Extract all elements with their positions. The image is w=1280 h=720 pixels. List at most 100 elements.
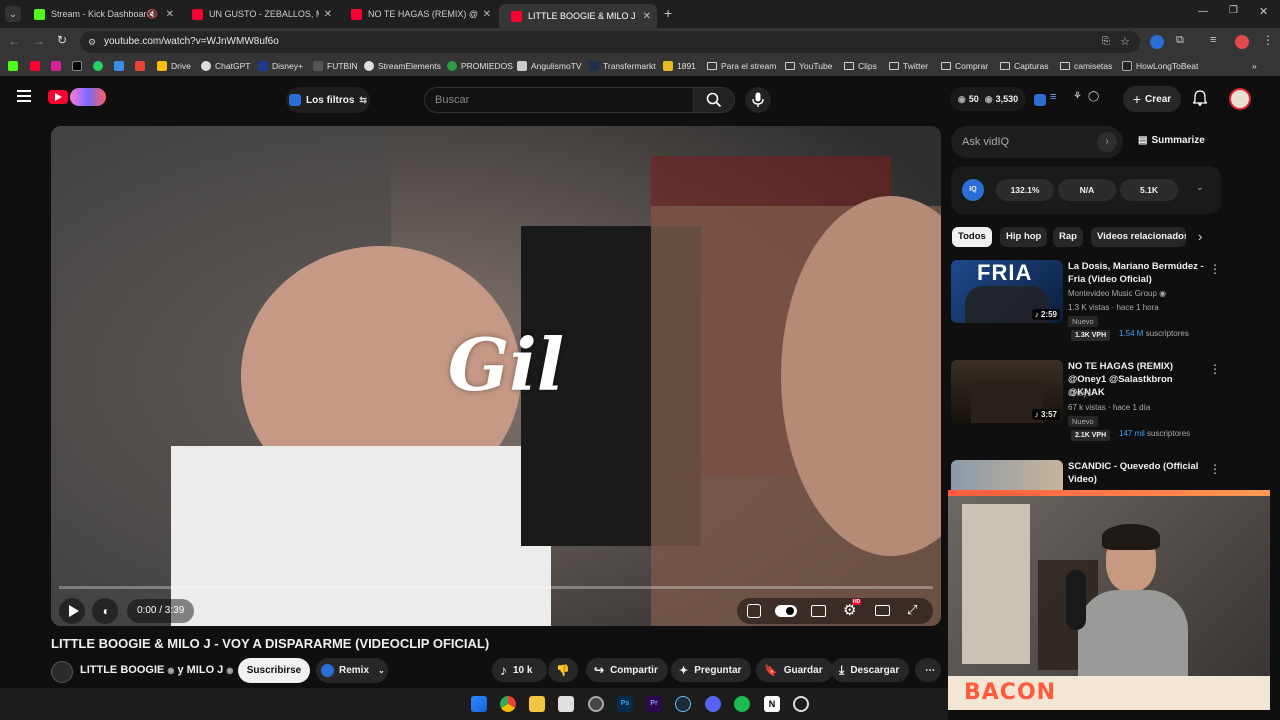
bookmark-futbin[interactable]: FUTBIN bbox=[313, 59, 358, 73]
voice-search-button[interactable] bbox=[745, 87, 771, 113]
bookmark-1891[interactable]: 1891 bbox=[663, 59, 696, 73]
recommendation-item[interactable]: FRIA ♪ 2:59 La Dosis, Mariano Bermúdez -… bbox=[951, 260, 1231, 350]
progress-bar-track[interactable] bbox=[59, 586, 933, 589]
bookmark-folder-comprar[interactable]: Comprar bbox=[941, 59, 988, 73]
close-window-button[interactable]: ✕ bbox=[1259, 5, 1268, 18]
los-filtros-button[interactable]: Los filtros ⇆ bbox=[286, 87, 370, 113]
channel-name[interactable]: LITTLE BOOGIE ◉ y MILO J ◉ bbox=[80, 664, 233, 676]
browser-menu-icon[interactable]: ⋮ bbox=[1262, 33, 1274, 47]
chip-rap[interactable]: Rap bbox=[1053, 227, 1083, 247]
more-options-icon[interactable]: ⋮ bbox=[1209, 462, 1221, 476]
obs-icon[interactable] bbox=[588, 696, 604, 712]
bookmark-chatgpt[interactable]: ChatGPT bbox=[201, 59, 250, 73]
theater-mode-icon[interactable] bbox=[875, 605, 890, 616]
bookmark-angulismotv[interactable]: AngulismoTV bbox=[517, 59, 582, 73]
search-button[interactable] bbox=[693, 87, 735, 113]
chevron-down-icon[interactable]: ⌄ bbox=[1196, 182, 1204, 193]
file-explorer-icon[interactable] bbox=[529, 696, 545, 712]
bookmark-folder-youtube[interactable]: YouTube bbox=[785, 59, 832, 73]
install-icon[interactable]: ⎘ bbox=[1102, 31, 1110, 53]
extensions-puzzle-icon[interactable]: ⧉ bbox=[1176, 34, 1184, 47]
close-tab-icon[interactable]: ✕ bbox=[643, 11, 651, 22]
close-tab-icon[interactable]: ✕ bbox=[166, 9, 174, 20]
bookmark-x[interactable] bbox=[72, 59, 86, 73]
bookmark-folder-camisetas[interactable]: camisetas bbox=[1060, 59, 1112, 73]
tab-no-te-hagas[interactable]: NO TE HAGAS (REMIX) @oney1 ✕ bbox=[339, 4, 497, 24]
vidiq-award-icon[interactable]: ⚘ bbox=[1073, 91, 1082, 102]
bookmark-drive[interactable]: Drive bbox=[157, 59, 191, 73]
summarize-button[interactable]: ▤ Summarize bbox=[1138, 135, 1205, 146]
notion-icon[interactable]: N bbox=[764, 696, 780, 712]
bookmark-disney[interactable]: Disney+ bbox=[258, 59, 303, 73]
bookmark-kick[interactable] bbox=[8, 59, 22, 73]
bookmark-onedrive[interactable] bbox=[114, 59, 128, 73]
autoplay-toggle[interactable] bbox=[775, 605, 797, 617]
fullscreen-icon[interactable]: ⤢ bbox=[907, 602, 917, 618]
hamburger-menu-icon[interactable] bbox=[17, 90, 31, 102]
windows-start-icon[interactable] bbox=[471, 696, 487, 712]
video-player[interactable]: Gil ◖ 0:00 / 3:39 ⚙ HD ⤢ bbox=[51, 126, 941, 626]
tab-un-gusto[interactable]: UN GUSTO - ZEBALLOS, MESITA ✕ bbox=[180, 4, 338, 24]
tab-search-button[interactable]: ⌄ bbox=[5, 6, 21, 22]
chip-hip-hop[interactable]: Hip hop bbox=[1000, 227, 1048, 247]
maximize-button[interactable]: ❐ bbox=[1229, 5, 1238, 16]
bookmark-instagram[interactable] bbox=[51, 59, 65, 73]
ask-button[interactable]: ✦ Preguntar bbox=[671, 658, 752, 682]
minimize-button[interactable]: — bbox=[1198, 6, 1208, 17]
save-button[interactable]: 🔖 Guardar bbox=[756, 658, 833, 682]
recommendation-item[interactable]: ♪ 3:57 NO TE HAGAS (REMIX) @Oney1 @Salas… bbox=[951, 360, 1231, 450]
extension-icon[interactable] bbox=[1150, 35, 1164, 49]
ask-vidiq-input[interactable]: Ask vidIQ › bbox=[951, 126, 1123, 158]
download-button[interactable]: ⤓ Descargar bbox=[831, 658, 910, 682]
bookmark-folder-twitter[interactable]: Twitter bbox=[889, 59, 928, 73]
discord-icon[interactable] bbox=[705, 696, 721, 712]
back-icon[interactable]: ← bbox=[8, 34, 20, 48]
send-arrow-icon[interactable]: › bbox=[1097, 132, 1117, 152]
bookmark-youtube[interactable] bbox=[30, 59, 44, 73]
more-options-icon[interactable]: ⋮ bbox=[1209, 362, 1221, 376]
bookmark-star-icon[interactable]: ☆ bbox=[1120, 31, 1130, 53]
video-thumbnail[interactable]: ♪ 3:57 bbox=[951, 360, 1063, 423]
reading-list-icon[interactable]: ≡ bbox=[1210, 34, 1216, 46]
app-icon[interactable] bbox=[793, 696, 809, 712]
profile-avatar[interactable] bbox=[1235, 35, 1249, 49]
recommendation-item[interactable]: SCANDIC - Quevedo (Official Video) ⋮ bbox=[951, 460, 1231, 490]
reload-icon[interactable]: ↻ bbox=[57, 33, 67, 47]
url-input[interactable]: ⚙ youtube.com/watch?v=WJnWMW8uf6o ⎘ ☆ bbox=[80, 31, 1140, 53]
premiere-icon[interactable]: Pr bbox=[646, 696, 662, 712]
vidiq-toolbar-icon[interactable] bbox=[1034, 94, 1046, 106]
new-tab-button[interactable]: + bbox=[664, 5, 672, 21]
bookmark-folder-clips[interactable]: Clips bbox=[844, 59, 877, 73]
play-button[interactable] bbox=[59, 598, 85, 624]
site-info-icon[interactable]: ⚙ bbox=[88, 31, 96, 53]
like-button[interactable]: ♪ 10 k bbox=[492, 658, 547, 682]
vidiq-list-icon[interactable]: ≡ bbox=[1050, 91, 1056, 103]
bookmark-transfermarkt[interactable]: Transfermarkt bbox=[589, 59, 656, 73]
photoshop-icon[interactable]: Ps bbox=[617, 696, 633, 712]
more-options-icon[interactable]: ⋮ bbox=[1209, 262, 1221, 276]
chip-todos[interactable]: Todos bbox=[952, 227, 992, 247]
close-tab-icon[interactable]: ✕ bbox=[324, 9, 332, 20]
share-button[interactable]: ↪ Compartir bbox=[586, 658, 668, 682]
video-thumbnail[interactable]: FRIA ♪ 2:59 bbox=[951, 260, 1063, 323]
tab-little-boogie[interactable]: LITTLE BOOGIE & MILO J - VOY ✕ bbox=[499, 4, 657, 28]
search-input[interactable]: Buscar bbox=[424, 87, 694, 113]
bookmark-gmail[interactable] bbox=[135, 59, 149, 73]
channel-avatar[interactable] bbox=[51, 661, 73, 683]
dislike-button[interactable]: 👎 bbox=[548, 658, 578, 682]
tab-kick-dashboard[interactable]: Stream - Kick Dashboard 🔇 ✕ bbox=[22, 4, 180, 24]
snipping-tool-icon[interactable] bbox=[558, 696, 574, 712]
vidiq-chat-icon[interactable]: ◯ bbox=[1088, 91, 1099, 102]
chip-videos-relacionados[interactable]: Videos relacionados bbox=[1091, 227, 1186, 247]
more-actions-button[interactable]: ⋯ bbox=[915, 658, 941, 682]
bookmark-streamelements[interactable]: StreamElements bbox=[364, 59, 441, 73]
chips-next-icon[interactable]: › bbox=[1198, 229, 1202, 244]
bookmark-whatsapp[interactable] bbox=[93, 59, 107, 73]
video-thumbnail[interactable] bbox=[951, 460, 1063, 490]
bookmark-folder-stream[interactable]: Para el stream bbox=[707, 59, 776, 73]
account-avatar[interactable] bbox=[1229, 88, 1251, 110]
bookmark-folder-capturas[interactable]: Capturas bbox=[1000, 59, 1049, 73]
bookmarks-overflow-icon[interactable]: » bbox=[1252, 59, 1257, 73]
forward-icon[interactable]: → bbox=[33, 34, 45, 48]
youtube-logo[interactable] bbox=[48, 90, 68, 104]
